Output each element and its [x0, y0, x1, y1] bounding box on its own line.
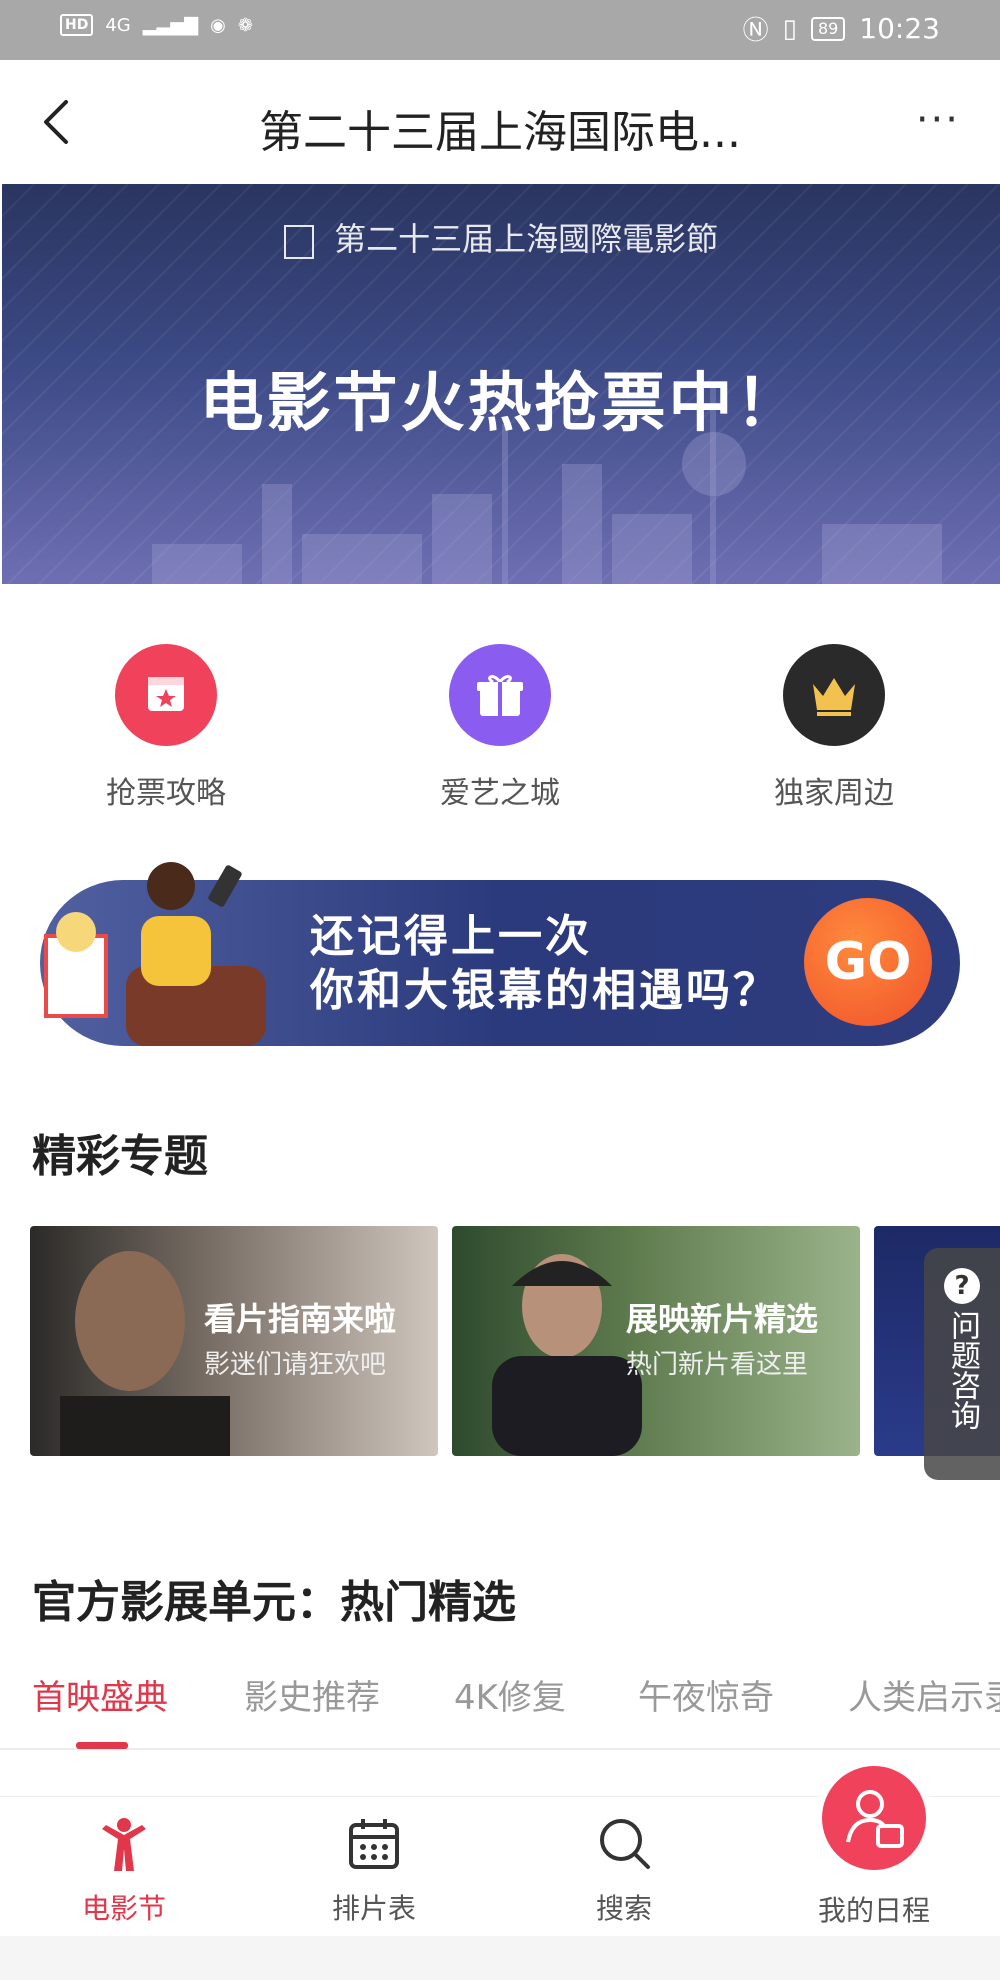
nav-festival[interactable]: 电影节 [24, 1815, 224, 1927]
banner-headline: 电影节火热抢票中！ [199, 367, 803, 441]
more-icon[interactable]: ··· [916, 100, 960, 140]
quick-link-label: 抢票攻略 [106, 776, 226, 811]
hero-banner[interactable]: 第二十三届上海國際電影節 电影节火热抢票中！ [2, 184, 1000, 584]
tab-history[interactable]: 影史推荐 [244, 1670, 380, 1719]
signal-icon: ▂▃▅▇ [142, 14, 199, 36]
vibrate-icon: ▯ [782, 13, 797, 44]
search-icon [600, 1819, 650, 1869]
promo-line-2: 你和大银幕的相遇吗？ [310, 965, 780, 1016]
clock: 10:23 [859, 12, 940, 45]
woman-illustration [44, 862, 266, 1046]
nav-search[interactable]: 搜索 [524, 1815, 724, 1927]
nav-schedule-table[interactable]: 排片表 [274, 1815, 474, 1927]
tab-indicator [76, 1742, 128, 1749]
topic-card-subtitle: 影迷们请狂欢吧 [204, 1350, 387, 1380]
portrait-illustration [492, 1254, 642, 1456]
schedule-icon [846, 1790, 904, 1848]
status-bar: HD 4G ▂▃▅▇ ◉ ❁ Ⓝ ▯ 89 10:23 [0, 0, 1000, 60]
quick-link-ticket-guide[interactable]: 抢票攻略 [56, 644, 276, 812]
promo-banner[interactable]: 还记得上一次 你和大银幕的相遇吗？ GO [40, 862, 960, 1046]
wechat-icon: ❁ [237, 14, 253, 36]
help-float-button[interactable]: ? 问题咨询 [924, 1248, 1000, 1480]
question-icon: ? [944, 1268, 980, 1304]
promo-line-1: 还记得上一次 [310, 911, 592, 962]
tab-4k-restore[interactable]: 4K修复 [454, 1670, 566, 1719]
battery-icon: 89 [810, 16, 846, 41]
official-section-title: 官方影展单元：热门精选 [32, 1577, 516, 1628]
topic-carousel: 看片指南来啦 影迷们请狂欢吧 展映新片精选 热门新片看这里 [30, 1226, 1000, 1456]
quick-link-exclusive-merch[interactable]: 独家周边 [724, 644, 944, 812]
network-label: 4G [105, 14, 131, 36]
topics-title: 精彩专题 [32, 1131, 208, 1182]
tab-midnight[interactable]: 午夜惊奇 [638, 1670, 774, 1719]
topic-card[interactable]: 看片指南来啦 影迷们请狂欢吧 [30, 1226, 438, 1456]
page-title: 第二十三届上海国际电... [259, 107, 741, 158]
quick-link-art-city[interactable]: 爱艺之城 [390, 644, 610, 812]
quick-link-label: 独家周边 [774, 776, 894, 811]
quick-link-label: 爱艺之城 [440, 776, 560, 811]
nav-label: 电影节 [81, 1892, 166, 1925]
nav-label: 搜索 [595, 1892, 652, 1925]
topic-card-title: 看片指南来啦 [204, 1300, 397, 1338]
back-icon[interactable] [38, 96, 78, 148]
nav-my-schedule[interactable]: 我的日程 [774, 1879, 974, 1929]
topic-card-subtitle: 热门新片看这里 [626, 1350, 809, 1380]
schedule-fab[interactable] [822, 1766, 926, 1870]
category-tabs: 首映盛典 影史推荐 4K修复 午夜惊奇 人类启示录 [0, 1660, 1000, 1750]
crown-icon [783, 644, 885, 746]
help-label: 问题咨询 [945, 1310, 980, 1430]
hd-icon: HD [60, 14, 94, 36]
topic-card-title: 展映新片精选 [626, 1300, 819, 1338]
gift-icon [449, 644, 551, 746]
nfc-icon: Ⓝ [742, 16, 769, 46]
calendar-icon [349, 1819, 399, 1869]
quick-links: 抢票攻略 爱艺之城 独家周边 [0, 644, 1000, 811]
tab-premiere[interactable]: 首映盛典 [32, 1670, 168, 1719]
topic-card[interactable]: 展映新片精选 热门新片看这里 [452, 1226, 860, 1456]
go-button[interactable]: GO [804, 898, 932, 1026]
nav-label: 我的日程 [817, 1894, 930, 1927]
header-bar: 第二十三届上海国际电... ··· [0, 60, 1000, 184]
festival-icon [102, 1818, 146, 1871]
calendar-star-icon [115, 644, 217, 746]
eye-icon: ◉ [210, 14, 226, 36]
festival-logo-icon [283, 224, 314, 259]
system-nav-bar [0, 1936, 1000, 1980]
tab-human-revelation[interactable]: 人类启示录 [848, 1670, 1000, 1719]
nav-label: 排片表 [331, 1892, 416, 1925]
portrait-illustration [60, 1251, 230, 1456]
banner-festival-name: 第二十三届上海國際電影節 [334, 220, 719, 258]
